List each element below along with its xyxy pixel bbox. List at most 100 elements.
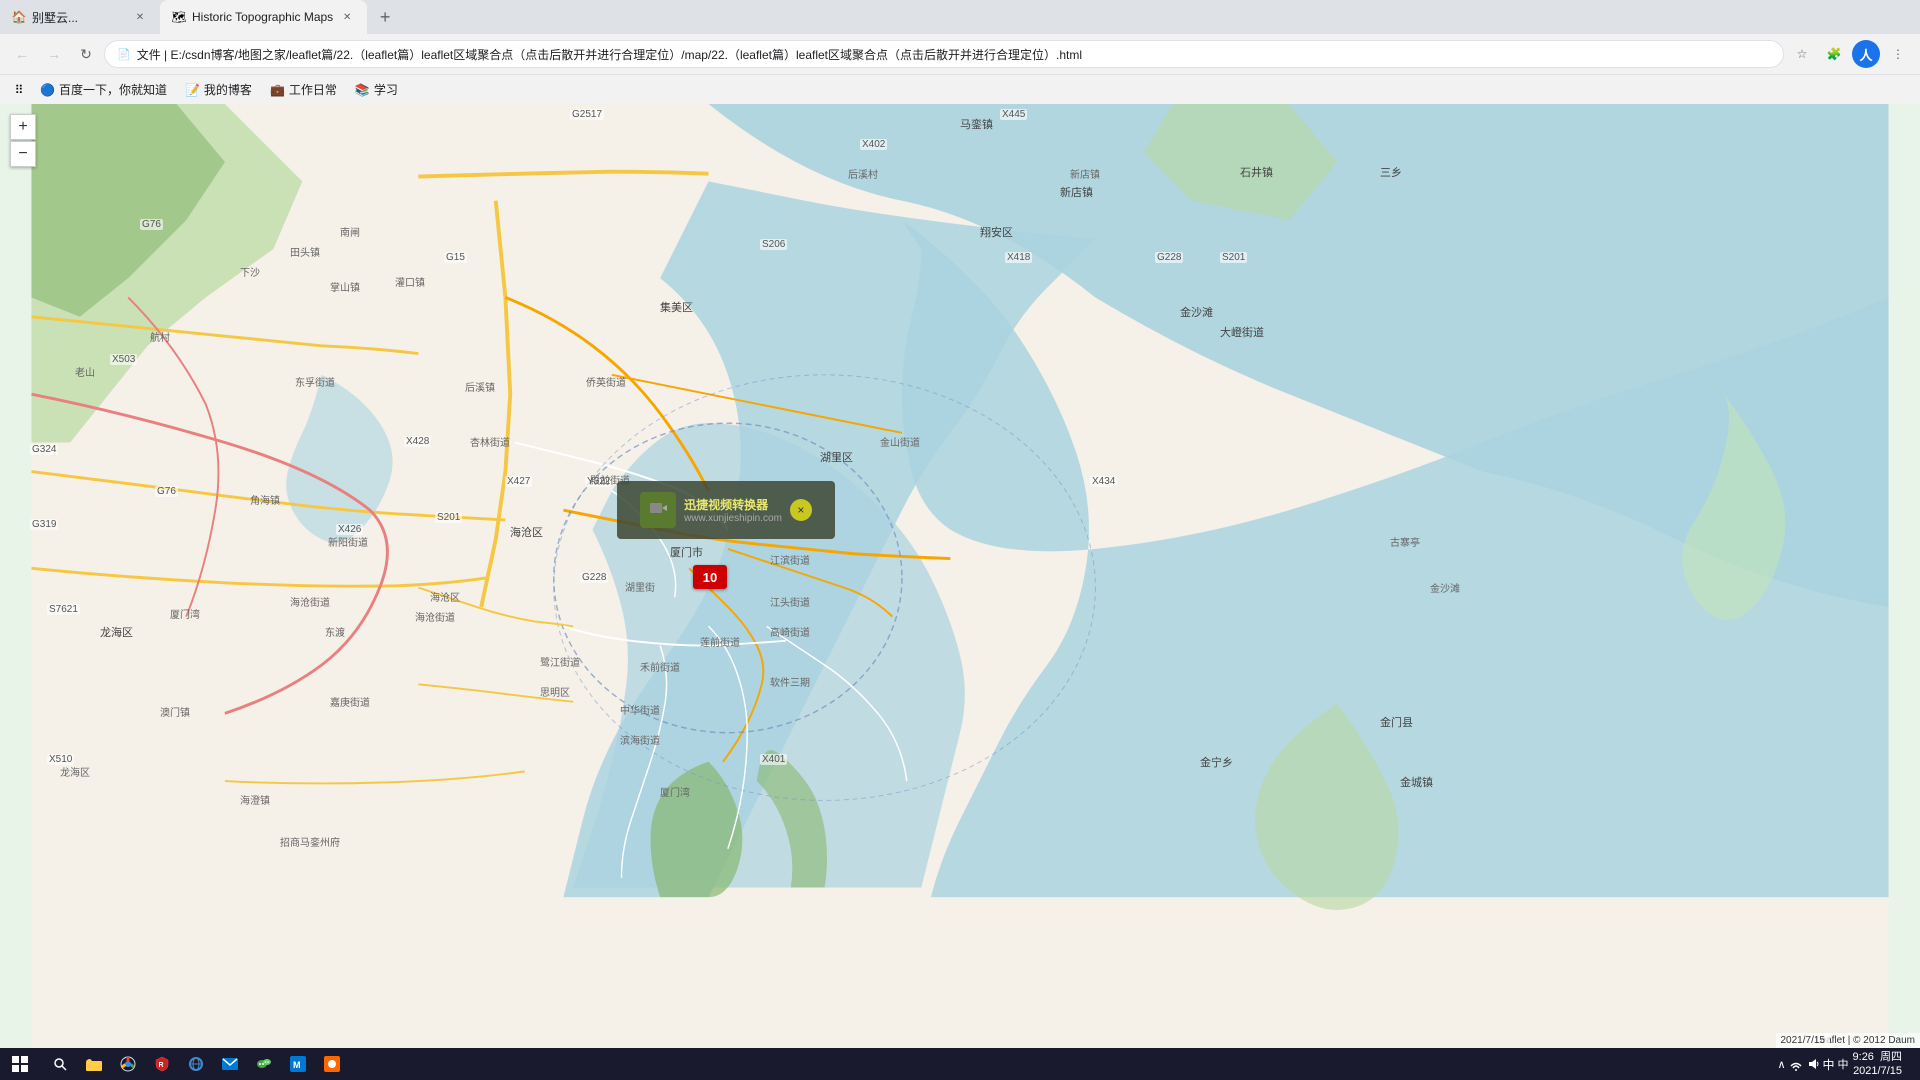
date-stamp: 2021/7/15 <box>1776 1033 1831 1048</box>
road-label-g228: G228 <box>1155 252 1183 263</box>
bookmark-blog[interactable]: 📝 我的博客 <box>177 79 260 101</box>
label-zhaoshan: 招商马銮州府 <box>280 834 340 849</box>
svg-text:R: R <box>159 1062 164 1069</box>
label-xindian: 新店镇 <box>1060 184 1093 200</box>
tab-close-2[interactable]: ✕ <box>339 9 355 25</box>
label-aomen: 澳门镇 <box>160 704 190 719</box>
label-jiangbian: 江滨街道 <box>770 552 810 567</box>
label-jinchengzhen: 金城镇 <box>1400 774 1433 790</box>
label-tiantoujd: 田头镇 <box>290 244 320 259</box>
label-dongfu: 东孚街道 <box>295 374 335 389</box>
label-rujiang: 鹭江街道 <box>540 654 580 669</box>
label-xiasha: 下沙 <box>240 264 260 279</box>
label-jinmenxian: 金门县 <box>1380 714 1413 730</box>
system-tray: ∧ 中 中 <box>1777 1056 1848 1073</box>
taskbar-wechat[interactable] <box>248 1048 280 1080</box>
label-guankou: 灌口镇 <box>395 274 425 289</box>
road-label-g319: G319 <box>30 519 58 530</box>
label-longhaiqu: 龙海区 <box>100 624 133 640</box>
tab-inactive[interactable]: 🏠 别墅云... ✕ <box>0 0 160 34</box>
label-dongdu: 东渡 <box>325 624 345 639</box>
taskbar-antivirus[interactable]: R <box>146 1048 178 1080</box>
tab-title-1: 别墅云... <box>32 9 126 26</box>
label-xianganqu: 翔安区 <box>980 224 1013 240</box>
label-nanmen: 南闸 <box>340 224 360 239</box>
taskbar-app7[interactable]: M <box>282 1048 314 1080</box>
forward-button[interactable]: → <box>40 40 68 68</box>
label-maluanzhen: 马銮镇 <box>960 116 993 132</box>
taskbar-search[interactable] <box>44 1048 76 1080</box>
tab-favicon-2: 🗺 <box>172 10 186 24</box>
road-label-g324: G324 <box>30 444 58 455</box>
road-label-g2517: G2517 <box>570 109 604 120</box>
tab-title-2: Historic Topographic Maps <box>192 10 333 24</box>
start-button[interactable] <box>0 1048 40 1080</box>
label-binhai: 滨海街道 <box>620 732 660 747</box>
label-jinsha: 金沙滩 <box>1430 580 1460 595</box>
label-jinnxiang: 金宁乡 <box>1200 754 1233 770</box>
label-haicangqu: 海沧区 <box>510 524 543 540</box>
taskbar-right: ∧ 中 中 9:26 周四 2021/7/15 <box>1777 1050 1920 1079</box>
browser-chrome: 🏠 别墅云... ✕ 🗺 Historic Topographic Maps ✕… <box>0 0 1920 104</box>
road-label-x401: X401 <box>760 754 787 765</box>
profile-button[interactable]: 人 <box>1852 40 1880 68</box>
taskbar-chrome[interactable] <box>112 1048 144 1080</box>
label-haizhen2: 海澄镇 <box>240 792 270 807</box>
ime-indicator: 中 <box>1838 1056 1849 1072</box>
road-label-x427: X427 <box>505 476 532 487</box>
label-jiageng: 嘉庚街道 <box>330 694 370 709</box>
label-shijingzhen: 石井镇 <box>1240 164 1273 180</box>
road-label-x503: X503 <box>110 354 137 365</box>
label-jimeiqu: 集美区 <box>660 299 693 315</box>
blog-icon: 📝 <box>185 83 200 97</box>
bookmark-study[interactable]: 📚 学习 <box>347 79 406 101</box>
popup-close[interactable]: × <box>790 499 812 521</box>
popup-content: 迅捷视频转换器 www.xunjieshipin.com <box>684 496 782 524</box>
taskbar-file-explorer[interactable] <box>78 1048 110 1080</box>
popup-url: www.xunjieshipin.com <box>684 513 782 524</box>
url-bar[interactable]: 📄 文件 | E:/csdn博客/地图之家/leaflet篇/22.（leafl… <box>104 40 1784 68</box>
back-button[interactable]: ← <box>8 40 36 68</box>
label-xinglin: 杏林街道 <box>470 434 510 449</box>
taskbar-app8[interactable] <box>316 1048 348 1080</box>
label-jinshanJd: 金山街道 <box>880 434 920 449</box>
tab-bar: 🏠 别墅云... ✕ 🗺 Historic Topographic Maps ✕… <box>0 0 1920 34</box>
road-label-s7621: S7621 <box>47 604 80 615</box>
label-jinshaltan: 金沙滩 <box>1180 304 1213 320</box>
zoom-in-button[interactable]: + <box>10 114 36 140</box>
lang-indicator[interactable]: 中 <box>1823 1056 1835 1073</box>
apps-button[interactable]: ⠿ <box>8 79 30 101</box>
map-svg <box>0 104 1920 1048</box>
bookmark-button[interactable]: ☆ <box>1788 40 1816 68</box>
popup-icon <box>640 492 676 528</box>
reload-button[interactable]: ↻ <box>72 40 100 68</box>
study-icon: 📚 <box>355 83 370 97</box>
label-xintun: 新店镇 <box>1070 166 1100 181</box>
tray-up-arrow[interactable]: ∧ <box>1777 1058 1785 1071</box>
road-label-s206: S206 <box>760 239 787 250</box>
bookmark-baidu[interactable]: 🔵 百度一下，你就知道 <box>32 79 175 101</box>
address-bar: ← → ↻ 📄 文件 | E:/csdn博客/地图之家/leaflet篇/22.… <box>0 34 1920 74</box>
menu-button[interactable]: ⋮ <box>1884 40 1912 68</box>
new-tab-button[interactable]: + <box>371 3 399 31</box>
zoom-out-button[interactable]: − <box>10 141 36 167</box>
taskbar-time[interactable]: 9:26 周四 2021/7/15 <box>1853 1050 1902 1079</box>
label-laoshan: 老山 <box>75 364 95 379</box>
road-label-s201: S201 <box>1220 252 1247 263</box>
road-label-x426: X426 <box>336 524 363 535</box>
label-haicangJd: 海沧街道 <box>290 594 330 609</box>
tab-active[interactable]: 🗺 Historic Topographic Maps ✕ <box>160 0 367 34</box>
taskbar-internet-explorer[interactable] <box>180 1048 212 1080</box>
tab-close-1[interactable]: ✕ <box>132 9 148 25</box>
extension-button[interactable]: 🧩 <box>1820 40 1848 68</box>
label-dadeng: 大嶝街道 <box>1220 324 1264 340</box>
map-container[interactable]: 马銮镇 三乡 石井镇 翔安区 新店镇 大嶝街道 集美区 厦门市 湖里区 海沧区 … <box>0 104 1920 1048</box>
url-text: 文件 | E:/csdn博客/地图之家/leaflet篇/22.（leaflet… <box>137 46 1771 63</box>
tab-favicon-1: 🏠 <box>12 10 26 24</box>
label-haigang: 海沧街道 <box>415 609 455 624</box>
road-label-x434: X434 <box>1090 476 1117 487</box>
bookmark-work[interactable]: 💼 工作日常 <box>262 79 345 101</box>
cluster-marker[interactable]: 10 <box>693 565 727 589</box>
taskbar-mail[interactable] <box>214 1048 246 1080</box>
label-heqian: 禾前街道 <box>640 659 680 674</box>
